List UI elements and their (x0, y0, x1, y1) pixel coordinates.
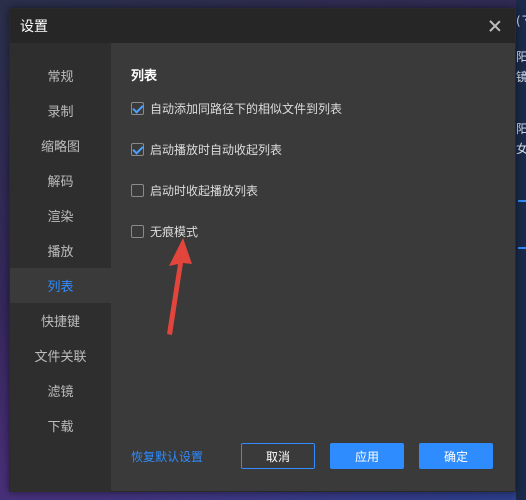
sidebar-item-label: 录制 (47, 105, 74, 120)
sidebar-item-general[interactable]: 常规 (10, 58, 111, 93)
checkbox[interactable] (131, 101, 144, 115)
sidebar-item-rendering[interactable]: 渲染 (10, 198, 111, 233)
sidebar-item-label: 播放 (47, 245, 74, 260)
option-label: 自动添加同路径下的相似文件到列表 (150, 101, 343, 116)
sidebar-item-label: 解码 (47, 175, 74, 190)
dialog-body: 常规 录制 缩略图 解码 渲染 播放 列表 快捷键 文件关联 滤镜 下载 列表 … (10, 43, 515, 492)
option-collapse-on-startup[interactable]: 启动时收起播放列表 (131, 180, 515, 200)
background-text: 女 (516, 142, 526, 156)
background-accent-bar (518, 200, 526, 202)
sidebar-item-filters[interactable]: 滤镜 (10, 373, 111, 408)
background-app-edge: (ㄋ 阳 镜 阳 女 (516, 0, 526, 500)
sidebar-item-thumbnail[interactable]: 缩略图 (10, 128, 111, 163)
sidebar-item-label: 常规 (47, 70, 74, 85)
apply-button[interactable]: 应用 (330, 443, 404, 469)
sidebar-item-label: 列表 (47, 280, 74, 295)
dialog-titlebar: 设置 (10, 9, 515, 43)
settings-content: 列表 自动添加同路径下的相似文件到列表 启动播放时自动收起列表 启动时收起播放列… (111, 43, 515, 492)
annotation-arrow-icon (167, 238, 192, 335)
sidebar-item-list[interactable]: 列表 (10, 268, 111, 303)
sidebar-item-label: 下载 (47, 420, 74, 435)
option-auto-collapse-on-play[interactable]: 启动播放时自动收起列表 (131, 139, 515, 159)
option-label: 启动播放时自动收起列表 (150, 142, 283, 157)
sidebar-item-file-association[interactable]: 文件关联 (10, 338, 111, 373)
sidebar-item-label: 渲染 (47, 210, 74, 225)
sidebar-item-recording[interactable]: 录制 (10, 93, 111, 128)
cancel-button[interactable]: 取消 (241, 443, 315, 469)
background-accent-bar (518, 247, 526, 249)
close-icon[interactable] (487, 18, 503, 34)
option-label: 启动时收起播放列表 (150, 183, 259, 198)
sidebar-item-label: 文件关联 (34, 350, 87, 365)
background-text: (ㄋ (516, 14, 526, 28)
sidebar-item-playback[interactable]: 播放 (10, 233, 111, 268)
section-title: 列表 (131, 69, 158, 84)
checkbox[interactable] (131, 224, 144, 238)
settings-sidebar: 常规 录制 缩略图 解码 渲染 播放 列表 快捷键 文件关联 滤镜 下载 (10, 43, 111, 492)
sidebar-item-shortcuts[interactable]: 快捷键 (10, 303, 111, 338)
sidebar-item-label: 滤镜 (47, 385, 74, 400)
sidebar-item-download[interactable]: 下载 (10, 408, 111, 443)
sidebar-item-label: 缩略图 (40, 140, 80, 155)
dialog-title: 设置 (20, 19, 48, 35)
settings-dialog: 设置 常规 录制 缩略图 解码 渲染 播放 列表 快捷键 文件关联 滤镜 下载 … (9, 8, 516, 492)
background-text: 镜 (516, 70, 526, 84)
checkbox[interactable] (131, 183, 144, 197)
sidebar-item-decoding[interactable]: 解码 (10, 163, 111, 198)
sidebar-item-label: 快捷键 (40, 315, 80, 330)
reset-defaults-link[interactable]: 恢复默认设置 (131, 448, 203, 465)
checkbox[interactable] (131, 142, 144, 156)
option-label: 无痕模式 (150, 224, 199, 239)
dialog-footer: 恢复默认设置 取消 应用 确定 (131, 443, 495, 469)
background-text: 阳 (516, 122, 526, 136)
ok-button[interactable]: 确定 (419, 443, 493, 469)
option-auto-add-similar-files[interactable]: 自动添加同路径下的相似文件到列表 (131, 98, 515, 118)
background-text: 阳 (516, 50, 526, 64)
